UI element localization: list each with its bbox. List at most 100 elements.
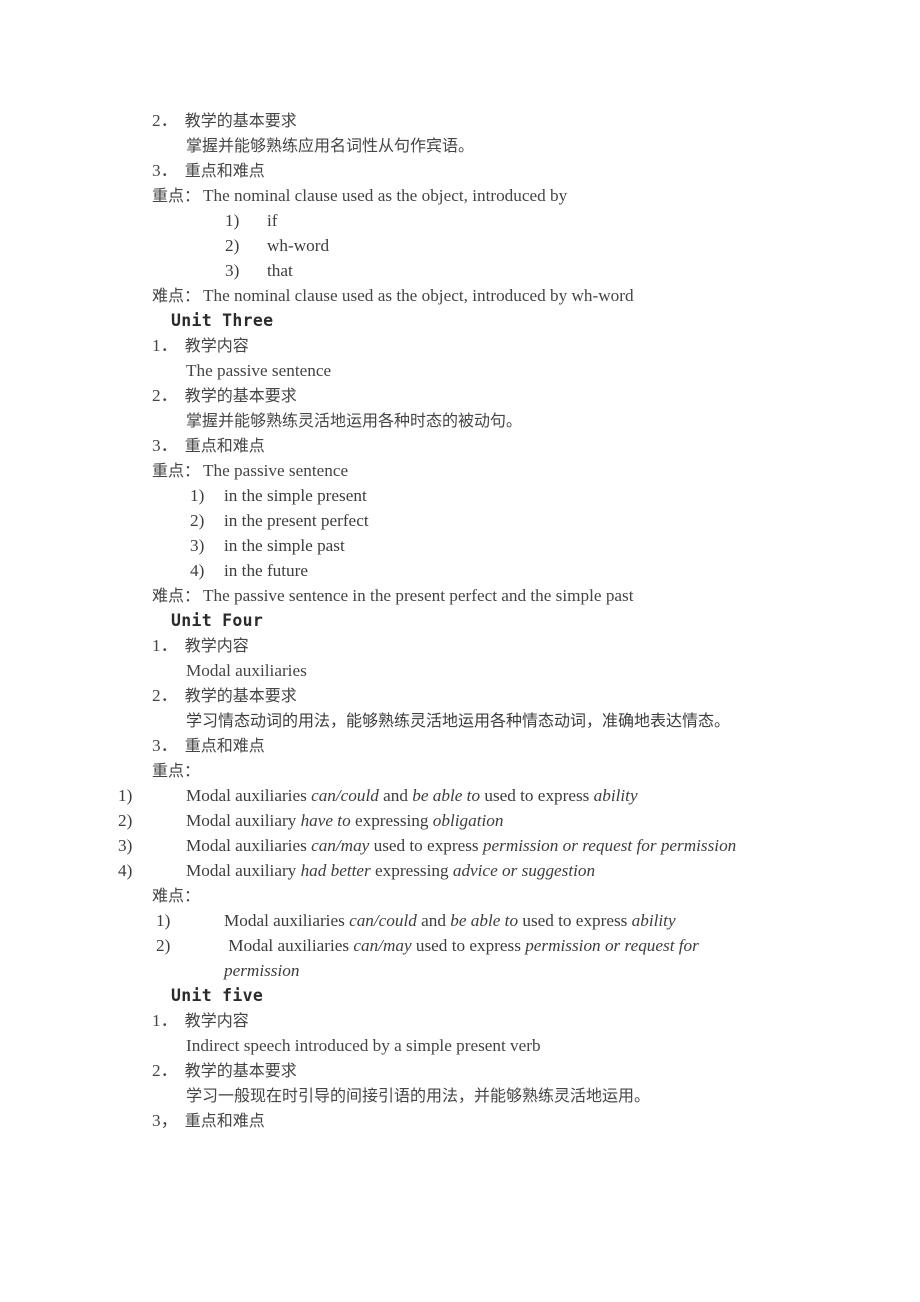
list-text: in the future [224,561,308,580]
list-item: 2) wh-word [152,233,772,258]
unit-heading-five: Unit five [171,986,264,1005]
list-item: 3) Modal auxiliaries can/may used to expr… [118,833,766,858]
section-unit-two-tail: 2． 教学的基本要求 掌握并能够熟练应用名词性从句作宾语。 3． 重点和难点 重点：… [152,108,772,308]
list-text: Modal auxiliaries can/may used to expres… [224,936,699,980]
key-point-label: 重点： [152,461,201,480]
list-text: Modal auxiliaries can/could and be able … [186,786,638,805]
list-item: 2) Modal auxiliaries can/may used to exp… [152,933,766,983]
item-text: 重点和难点 [184,736,265,755]
list-text: wh-word [267,236,330,255]
item-number: 1． [152,336,178,355]
list-marker: 4) [190,561,205,580]
list-item: 4) Modal auxiliary had better expressing … [118,858,766,883]
list-text: Modal auxiliary had better expressing ad… [186,861,596,880]
list-marker: 2) [118,811,133,830]
item-number: 3， [152,1111,178,1130]
key-points-list: 1) Modal auxiliaries can/could and be abl… [118,783,766,883]
item-text: 重点和难点 [184,436,265,455]
item-text: 教学内容 [184,636,249,655]
item-text: 教学内容 [184,1011,249,1030]
list-marker: 2) [225,236,240,255]
list-text: in the present perfect [224,511,369,530]
sub-paragraph: 掌握并能够熟练灵活地运用各种时态的被动句。 [186,411,523,430]
list-marker: 1) [118,786,133,805]
difficult-point-body: The passive sentence in the present perf… [203,586,634,605]
key-point-body: The passive sentence [203,461,349,480]
item-number: 3． [152,436,178,455]
numbered-item: 1． 教学内容 [152,633,772,658]
list-item: 1) Modal auxiliaries can/could and be abl… [118,783,766,808]
key-point-label: 重点： [152,186,201,205]
numbered-item: 3． 重点和难点 [152,158,772,183]
document-body: 2． 教学的基本要求 掌握并能够熟练应用名词性从句作宾语。 3． 重点和难点 重点：… [118,108,772,1133]
sub-paragraph: Indirect speech introduced by a simple p… [186,1036,541,1055]
difficult-point-label: 难点： [152,886,201,905]
difficult-point-label: 难点： [152,586,201,605]
list-text: in the simple past [224,536,345,555]
list-marker: 3) [190,536,205,555]
list-text: if [267,211,278,230]
sub-paragraph: 掌握并能够熟练应用名词性从句作宾语。 [186,136,475,155]
list-item: 3) that [152,258,772,283]
difficult-point-label: 难点： [152,286,201,305]
list-text: Modal auxiliaries can/may used to expres… [186,836,737,855]
item-number: 2． [152,111,178,130]
list-marker: 3) [225,261,240,280]
numbered-item: 1． 教学内容 [152,1008,772,1033]
difficult-point-line: 难点： The passive sentence in the present p… [152,583,772,608]
item-text: 教学的基本要求 [184,386,297,405]
key-point-line: 重点： The nominal clause used as the object… [152,183,772,208]
key-point-label-line: 重点： [152,758,772,783]
key-point-body: The nominal clause used as the object, i… [203,186,568,205]
item-number: 2． [152,1061,178,1080]
numbered-item: 2． 教学的基本要求 [152,1058,772,1083]
item-number: 2． [152,686,178,705]
list-item: 2) in the present perfect [152,508,772,533]
list-item: 4) in the future [152,558,772,583]
item-number: 3． [152,736,178,755]
section-unit-four: Unit Four 1． 教学内容 Modal auxiliaries 2． 教学的… [118,608,772,983]
sub-paragraph-wrapped: 学习情态动词的用法，能够熟练灵活地运用各种情态动词，准确地表达情态。 [186,711,731,730]
list-item: 1) Modal auxiliaries can/could and be abl… [152,908,766,933]
item-text: 重点和难点 [184,1111,265,1130]
sub-paragraph: Modal auxiliaries [186,661,307,680]
numbered-item: 2． 教学的基本要求 [152,383,772,408]
document-page: 2． 教学的基本要求 掌握并能够熟练应用名词性从句作宾语。 3． 重点和难点 重点：… [0,0,920,1302]
item-number: 2． [152,386,178,405]
numbered-item: 3． 重点和难点 [152,733,772,758]
list-marker: 1) [156,911,171,930]
numbered-item: 3． 重点和难点 [152,433,772,458]
list-marker: 1) [190,486,205,505]
list-item: 1) in the simple present [152,483,772,508]
key-point-line: 重点： The passive sentence [152,458,772,483]
sub-paragraph: The passive sentence [186,361,332,380]
numbered-item: 2． 教学的基本要求 [152,683,772,708]
item-number: 3． [152,161,178,180]
sub-paragraph: 学习一般现在时引导的间接引语的用法，并能够熟练灵活地运用。 [186,1086,651,1105]
difficult-point-line: 难点： The nominal clause used as the object… [152,283,772,308]
list-marker: 2) [190,511,205,530]
difficult-point-label-line: 难点： [152,883,772,908]
list-item: 3) in the simple past [152,533,772,558]
item-text: 重点和难点 [184,161,265,180]
list-text: that [267,261,293,280]
difficult-points-list: 1) Modal auxiliaries can/could and be abl… [152,908,766,983]
difficult-point-body: The nominal clause used as the object, i… [203,286,634,305]
numbered-item: 1． 教学内容 [152,333,772,358]
item-text: 教学内容 [184,336,249,355]
item-number: 1． [152,1011,178,1030]
list-item: 2) Modal auxiliary have to expressing obl… [118,808,766,833]
numbered-item: 2． 教学的基本要求 [152,108,772,133]
unit-heading-four: Unit Four [171,611,264,630]
list-marker: 1) [225,211,240,230]
item-text: 教学的基本要求 [184,686,297,705]
list-item: 1) if [152,208,772,233]
section-unit-five: Unit five 1． 教学内容 Indirect speech introdu… [152,983,772,1133]
list-marker: 4) [118,861,133,880]
section-unit-three: Unit Three 1． 教学内容 The passive sentence 2… [152,308,772,608]
list-text: Modal auxiliaries can/could and be able … [224,911,676,930]
item-text: 教学的基本要求 [184,1061,297,1080]
list-text: Modal auxiliary have to expressing oblig… [186,811,504,830]
item-text: 教学的基本要求 [184,111,297,130]
numbered-item: 3， 重点和难点 [152,1108,772,1133]
